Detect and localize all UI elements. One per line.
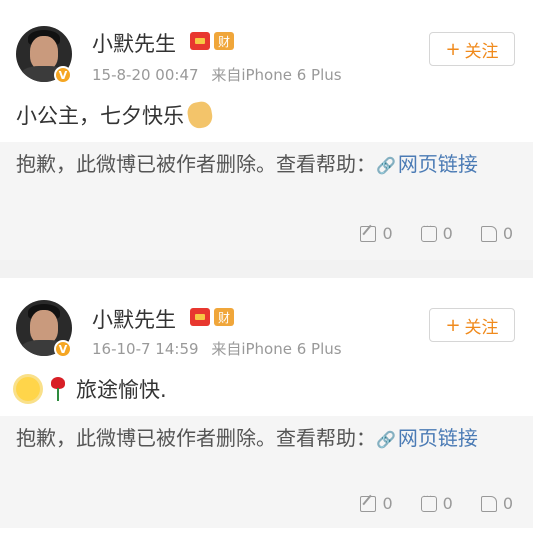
repost-button[interactable]: 0 [360,224,393,243]
rose-stem [57,388,59,401]
follow-label: 关注 [464,41,499,62]
thumbs-up-icon [480,225,497,242]
link-icon: 🔗 [376,156,396,175]
wealth-badge-icon[interactable]: 财 [214,308,234,326]
weibo-post: V 小默先生 财 16-10-7 14:59 来自iPhone 6 Plus +… [0,278,533,542]
like-count: 0 [502,494,513,513]
timestamp[interactable]: 15-8-20 00:47 [92,66,199,84]
post-source: 来自iPhone 6 Plus [211,340,342,358]
action-bar: 0 0 0 [360,492,513,513]
post-meta: 16-10-7 14:59 来自iPhone 6 Plus [92,338,342,359]
plus-icon: + [445,38,461,60]
deleted-repost-box[interactable]: 抱歉，此微博已被作者删除。查看帮助：🔗网页链接 0 0 0 [0,416,533,528]
web-link[interactable]: 网页链接 [398,152,478,176]
post-divider [0,260,533,278]
post-meta: 15-8-20 00:47 来自iPhone 6 Plus [92,64,342,85]
comment-button[interactable]: 0 [420,492,453,513]
like-count: 0 [502,224,513,243]
deleted-repost-box[interactable]: 抱歉，此微博已被作者删除。查看帮助：🔗网页链接 0 0 0 [0,142,533,260]
weibo-post: V 小默先生 财 15-8-20 00:47 来自iPhone 6 Plus +… [0,0,533,260]
username[interactable]: 小默先生 [92,304,176,334]
link-icon: 🔗 [376,430,396,449]
like-button[interactable]: 0 [480,494,513,513]
like-button[interactable]: 0 [480,224,513,243]
avatar-face [30,310,58,344]
post-source: 来自iPhone 6 Plus [211,66,342,84]
repost-notice-text: 抱歉，此微博已被作者删除。查看帮助： [16,152,376,176]
post-header: V 小默先生 财 16-10-7 14:59 来自iPhone 6 Plus +… [0,278,533,368]
timestamp[interactable]: 16-10-7 14:59 [92,340,199,358]
repost-notice: 抱歉，此微博已被作者删除。查看帮助：🔗 网页链接 [16,148,516,182]
action-bar: 0 0 0 [360,222,513,243]
post-header: V 小默先生 财 15-8-20 00:47 来自iPhone 6 Plus +… [0,0,533,90]
repost-icon [360,495,377,512]
hand-rock-icon [185,100,215,130]
repost-count: 0 [382,224,393,243]
follow-label: 关注 [464,317,499,338]
comment-button[interactable]: 0 [420,222,453,243]
verified-badge-icon: V [54,340,72,358]
post-text: 旅途愉快. [76,378,167,402]
post-content: 小公主，七夕快乐 [16,100,215,130]
post-content: 旅途愉快. [16,374,167,404]
repost-button[interactable]: 0 [360,494,393,513]
post-text: 小公主，七夕快乐 [16,104,184,128]
repost-count: 0 [382,494,393,513]
red-envelope-icon[interactable] [190,308,210,326]
plus-icon: + [445,314,461,336]
follow-button[interactable]: + 关注 [429,308,515,342]
follow-button[interactable]: + 关注 [429,32,515,66]
comment-count: 0 [442,494,453,513]
comment-icon [420,222,437,242]
wealth-badge-icon[interactable]: 财 [214,32,234,50]
comment-icon [420,492,437,512]
sun-flower-icon [16,377,40,401]
username[interactable]: 小默先生 [92,28,176,58]
repost-notice: 抱歉，此微博已被作者删除。查看帮助：🔗 网页链接 [16,422,516,456]
verified-badge-icon: V [54,66,72,84]
web-link[interactable]: 网页链接 [398,426,478,450]
repost-notice-text: 抱歉，此微博已被作者删除。查看帮助： [16,426,376,450]
thumbs-up-icon [480,495,497,512]
comment-count: 0 [442,224,453,243]
rose-icon [50,377,66,401]
repost-icon [360,225,377,242]
red-envelope-icon[interactable] [190,32,210,50]
avatar-face [30,36,58,70]
